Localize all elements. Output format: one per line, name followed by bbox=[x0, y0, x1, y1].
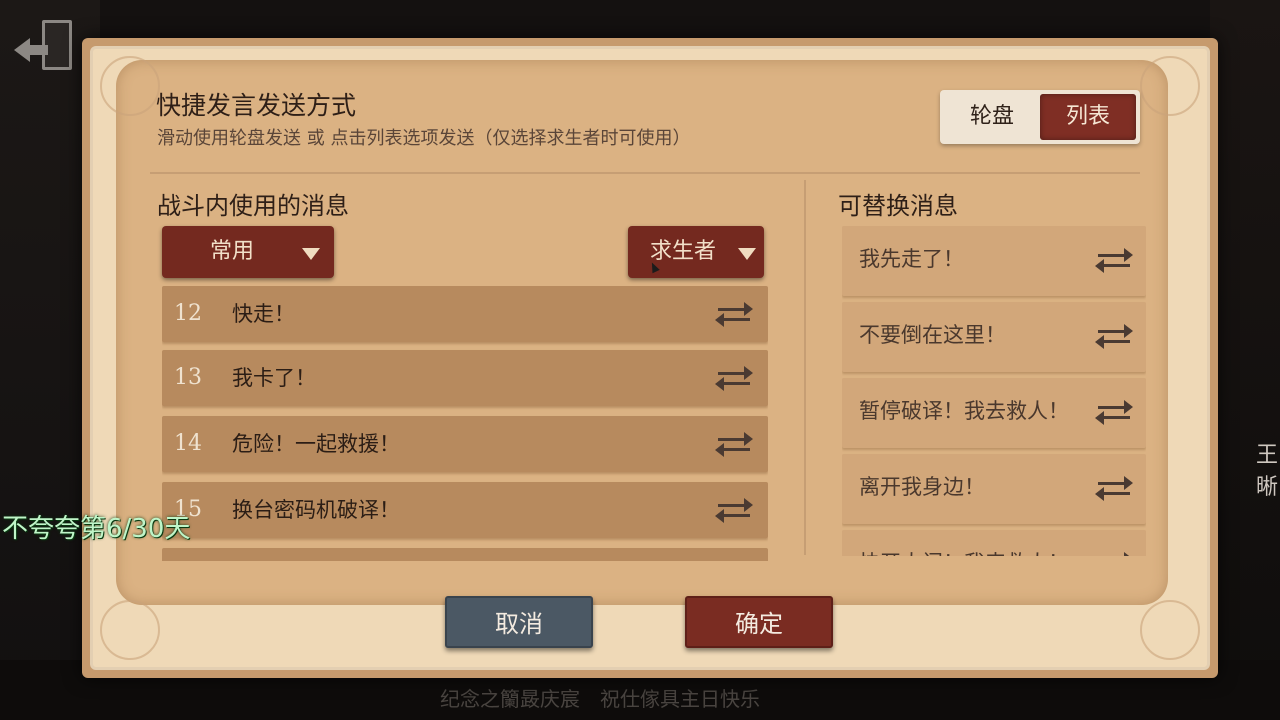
message-number: 12 bbox=[174, 301, 202, 326]
in-battle-message-list: 12 快走！ 13 我卡了！ 14 危险！一起救援！ 15 换台密码机破译！ bbox=[162, 286, 768, 561]
corner-ornament bbox=[100, 600, 160, 660]
in-battle-messages-title: 战斗内使用的消息 bbox=[157, 192, 349, 220]
corner-ornament bbox=[1140, 56, 1200, 116]
message-text: 我卡了！ bbox=[232, 366, 316, 390]
cancel-button[interactable]: 取消 bbox=[445, 596, 593, 648]
caret-down-icon bbox=[738, 248, 756, 260]
swap-icon[interactable] bbox=[1094, 246, 1134, 274]
confirm-button[interactable]: 确定 bbox=[685, 596, 833, 648]
message-text: 危险！一起救援！ bbox=[232, 432, 400, 456]
message-row[interactable]: 12 快走！ bbox=[162, 286, 768, 342]
message-row[interactable] bbox=[162, 548, 768, 561]
corner-ornament bbox=[100, 56, 160, 116]
dialog-subtitle: 滑动使用轮盘发送 或 点击列表选项发送（仅选择求生者时可使用） bbox=[157, 128, 691, 149]
stream-overlay-text: 不夸夸第6/30天 bbox=[2, 514, 191, 544]
replaceable-message-row[interactable]: 不要倒在这里！ bbox=[842, 302, 1146, 372]
category-dropdown-value: 常用 bbox=[210, 239, 255, 264]
swap-icon[interactable] bbox=[1094, 550, 1134, 556]
caret-down-icon bbox=[302, 248, 320, 260]
toggle-wheel-option[interactable]: 轮盘 bbox=[944, 94, 1040, 140]
message-text: 快走！ bbox=[232, 302, 295, 326]
role-dropdown-value: 求生者 bbox=[650, 239, 717, 264]
swap-icon[interactable] bbox=[1094, 322, 1134, 350]
swap-icon[interactable] bbox=[714, 430, 754, 458]
swap-icon[interactable] bbox=[714, 300, 754, 328]
toggle-list-option[interactable]: 列表 bbox=[1040, 94, 1136, 140]
message-row[interactable]: 15 换台密码机破译！ bbox=[162, 482, 768, 538]
message-row[interactable]: 13 我卡了！ bbox=[162, 350, 768, 406]
replaceable-message-row[interactable]: 快开大门！我来救人！ bbox=[842, 530, 1146, 556]
replaceable-message-text: 离开我身边！ bbox=[859, 475, 985, 499]
background-side-text: 王 晰 bbox=[1256, 443, 1279, 500]
exit-arrow-shaft bbox=[28, 45, 48, 55]
message-number: 14 bbox=[174, 431, 202, 456]
swap-icon[interactable] bbox=[714, 364, 754, 392]
message-number: 13 bbox=[174, 365, 202, 390]
swap-icon[interactable] bbox=[714, 496, 754, 524]
replaceable-message-text: 快开大门！我来救人！ bbox=[859, 530, 1069, 556]
section-divider bbox=[804, 180, 806, 555]
corner-ornament bbox=[1140, 600, 1200, 660]
header-divider bbox=[150, 172, 1140, 174]
swap-icon[interactable] bbox=[1094, 474, 1134, 502]
category-dropdown[interactable]: 常用 bbox=[162, 226, 334, 278]
message-row[interactable]: 14 危险！一起救援！ bbox=[162, 416, 768, 472]
exit-button[interactable] bbox=[14, 18, 76, 74]
replaceable-messages-title: 可替换消息 bbox=[838, 192, 958, 220]
dialog-title: 快捷发言发送方式 bbox=[156, 91, 357, 120]
exit-arrow-icon bbox=[14, 38, 30, 62]
replaceable-message-text: 我先走了！ bbox=[859, 247, 964, 271]
role-dropdown[interactable]: 求生者 bbox=[628, 226, 764, 278]
background-ticker: 纪念之籣晸庆宸 祝仕傢具主日快乐 bbox=[440, 687, 760, 711]
replaceable-message-row[interactable]: 我先走了！ bbox=[842, 226, 1146, 296]
replaceable-message-text: 不要倒在这里！ bbox=[859, 323, 1006, 347]
replaceable-message-row[interactable]: 暂停破译！我去救人！ bbox=[842, 378, 1146, 448]
replaceable-message-row[interactable]: 离开我身边！ bbox=[842, 454, 1146, 524]
swap-icon[interactable] bbox=[1094, 398, 1134, 426]
replaceable-message-list: 我先走了！ 不要倒在这里！ 暂停破译！我去救人！ 离开我身边！ 快开大门！我来救… bbox=[842, 226, 1146, 556]
replaceable-message-text: 暂停破译！我去救人！ bbox=[859, 399, 1069, 423]
message-text: 换台密码机破译！ bbox=[232, 498, 400, 522]
background-right bbox=[1210, 0, 1280, 720]
send-mode-toggle: 轮盘 列表 bbox=[940, 90, 1140, 144]
